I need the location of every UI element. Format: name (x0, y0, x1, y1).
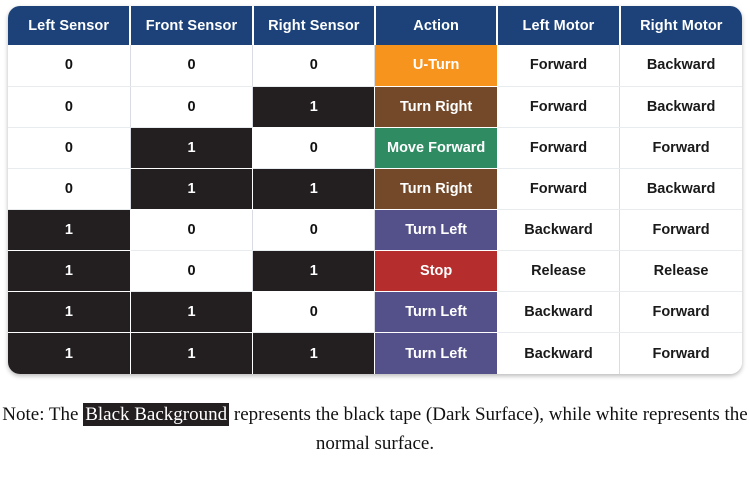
cell-front_sensor: 1 (130, 127, 254, 169)
cell-left_motor: Backward (497, 209, 621, 252)
cell-right_motor: Release (619, 250, 742, 293)
table-row: 1 0 1 Stop Release Release (8, 250, 742, 293)
cell-front_sensor: 1 (130, 332, 254, 374)
cell-right_sensor: 1 (252, 332, 376, 374)
cell-right_motor: Forward (619, 127, 742, 169)
column-header-right-motor: Right Motor (619, 6, 742, 45)
cell-right_sensor: 1 (252, 168, 376, 211)
cell-right_motor: Backward (619, 86, 742, 128)
table-body: 0 0 0 U-Turn Forward Backward 0 0 1 Turn Right For… (8, 45, 742, 374)
column-header-left-sensor: Left Sensor (8, 6, 132, 45)
table-row: 1 1 1 Turn Left Backward Forward (8, 332, 742, 374)
table-row: 1 1 0 Turn Left Backward Forward (8, 291, 742, 334)
table-row: 0 0 1 Turn Right Forward Backward (8, 86, 742, 128)
cell-left_sensor: 1 (8, 332, 131, 374)
column-header-left-motor: Left Motor (497, 6, 621, 45)
cell-front_sensor: 0 (130, 45, 254, 87)
table-row: 0 1 0 Move Forward Forward Forward (8, 127, 742, 169)
cell-front_sensor: 0 (130, 209, 254, 252)
cell-right_sensor: 0 (252, 127, 376, 169)
column-header-right-sensor: Right Sensor (252, 6, 376, 45)
column-header-front-sensor: Front Sensor (130, 6, 254, 45)
cell-action: Turn Right (374, 86, 498, 128)
table-row: 0 0 0 U-Turn Forward Backward (8, 45, 742, 87)
cell-action: U-Turn (374, 45, 498, 87)
line-follower-truth-table-page: Left Sensor Front Sensor Right Sensor Ac… (0, 0, 750, 500)
cell-right_motor: Forward (619, 209, 742, 252)
cell-left_motor: Forward (497, 86, 621, 128)
table-row: 1 0 0 Turn Left Backward Forward (8, 209, 742, 252)
cell-right_motor: Forward (619, 291, 742, 334)
column-header-action: Action (374, 6, 499, 45)
cell-front_sensor: 0 (130, 250, 254, 293)
cell-action: Turn Left (374, 332, 498, 374)
cell-front_sensor: 1 (130, 291, 254, 334)
cell-front_sensor: 1 (130, 168, 254, 211)
cell-action: Turn Right (374, 168, 498, 211)
cell-left_sensor: 0 (8, 45, 131, 87)
note-suffix: represents the black tape (Dark Surface)… (229, 404, 748, 454)
cell-right_motor: Backward (619, 168, 742, 211)
cell-action: Turn Left (374, 209, 498, 252)
cell-right_sensor: 0 (252, 209, 376, 252)
cell-action: Stop (374, 250, 498, 293)
cell-left_motor: Forward (497, 168, 621, 211)
truth-table-container: Left Sensor Front Sensor Right Sensor Ac… (8, 6, 742, 374)
legend-note: Note: The Black Background represents th… (0, 400, 750, 458)
cell-right_motor: Backward (619, 45, 742, 87)
cell-left_motor: Forward (497, 127, 621, 169)
cell-right_motor: Forward (619, 332, 742, 374)
cell-action: Turn Left (374, 291, 498, 334)
note-highlight-black-background: Black Background (83, 403, 230, 426)
cell-left_sensor: 0 (8, 86, 131, 128)
cell-right_sensor: 1 (252, 250, 376, 293)
cell-left_sensor: 1 (8, 250, 131, 293)
cell-left_motor: Release (497, 250, 621, 293)
cell-left_sensor: 0 (8, 127, 131, 169)
cell-action: Move Forward (374, 127, 498, 169)
cell-right_sensor: 0 (252, 291, 376, 334)
cell-left_sensor: 1 (8, 209, 131, 252)
cell-left_motor: Forward (497, 45, 621, 87)
table-header: Left Sensor Front Sensor Right Sensor Ac… (8, 6, 742, 45)
cell-right_sensor: 0 (252, 45, 376, 87)
cell-left_motor: Backward (497, 291, 621, 334)
cell-left_motor: Backward (497, 332, 621, 374)
note-prefix: Note: The (2, 404, 84, 425)
cell-right_sensor: 1 (252, 86, 376, 128)
truth-table: Left Sensor Front Sensor Right Sensor Ac… (8, 6, 742, 374)
header-row: Left Sensor Front Sensor Right Sensor Ac… (8, 6, 742, 45)
cell-left_sensor: 0 (8, 168, 131, 211)
cell-left_sensor: 1 (8, 291, 131, 334)
table-row: 0 1 1 Turn Right Forward Backward (8, 168, 742, 211)
cell-front_sensor: 0 (130, 86, 254, 128)
